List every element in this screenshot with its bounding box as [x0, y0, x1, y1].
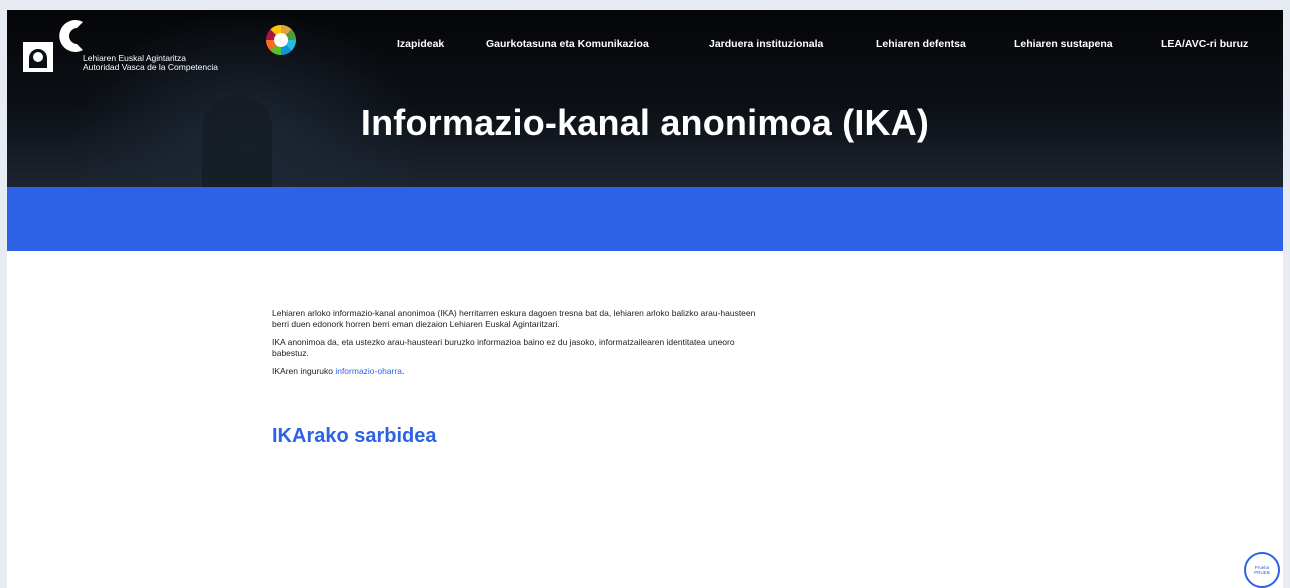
floating-badge-button[interactable]: Prueba PRUEB	[1244, 552, 1280, 588]
floating-badge-line2: PRUEB	[1254, 570, 1270, 575]
main-content: Lehiaren arloko informazio-kanal anonimo…	[272, 308, 772, 384]
lea-avc-logo-icon[interactable]	[21, 12, 91, 74]
page-title: Informazio-kanal anonimoa (IKA)	[360, 102, 930, 143]
info-note-paragraph: IKAren inguruko informazio-oharra.	[272, 366, 772, 377]
nav-item-jarduera[interactable]: Jarduera instituzionala	[709, 38, 823, 50]
nav-item-izapideak[interactable]: Izapideak	[397, 38, 444, 50]
organization-name: Lehiaren Euskal Agintaritza Autoridad Va…	[83, 54, 218, 72]
section-heading-ika-access[interactable]: IKArako sarbidea	[272, 425, 437, 448]
anonymity-paragraph: IKA anonimoa da, eta ustezko arau-hauste…	[272, 337, 735, 358]
nav-item-defentsa[interactable]: Lehiaren defentsa	[876, 38, 966, 50]
info-note-prefix: IKAren inguruko	[272, 366, 336, 376]
hero-banner: Lehiaren Euskal Agintaritza Autoridad Va…	[7, 10, 1283, 187]
org-name-spanish: Autoridad Vasca de la Competencia	[83, 62, 218, 72]
blue-banner-band	[7, 187, 1283, 251]
nav-item-gaurkotasuna[interactable]: Gaurkotasuna eta Komunikazioa	[486, 38, 649, 50]
nav-item-lea-avc[interactable]: LEA/AVC-ri buruz	[1161, 38, 1248, 50]
sdg-wheel-icon[interactable]	[265, 24, 297, 56]
nav-item-sustapena[interactable]: Lehiaren sustapena	[1014, 38, 1113, 50]
info-note-link[interactable]: informazio-oharra	[335, 366, 402, 376]
intro-paragraph: Lehiaren arloko informazio-kanal anonimo…	[272, 308, 756, 329]
page: Lehiaren Euskal Agintaritza Autoridad Va…	[7, 10, 1283, 588]
info-note-suffix: .	[401, 366, 405, 376]
